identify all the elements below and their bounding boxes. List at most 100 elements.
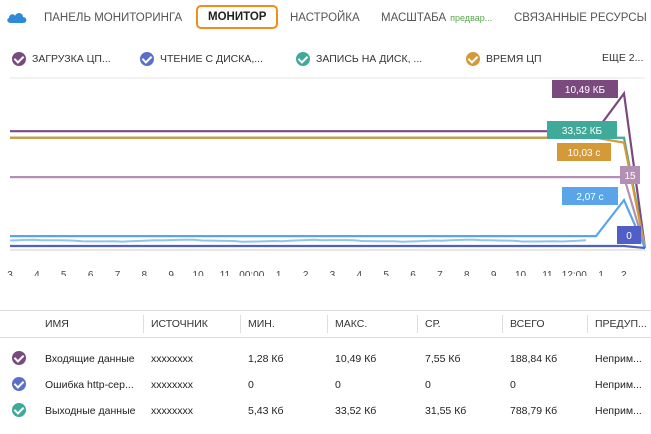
cell-max: 10,49 Кб <box>335 353 377 365</box>
more-metrics-link[interactable]: ЕЩЕ 2... <box>602 52 643 64</box>
legend-label: ЧТЕНИЕ С ДИСКА,... <box>160 53 263 65</box>
x-tick-label: 00:00 <box>239 270 264 276</box>
cell-source: xxxxxxxx <box>151 353 193 365</box>
cell-alert: Неприм... <box>595 379 642 391</box>
series-layer <box>9 90 647 250</box>
cell-alert: Неприм... <box>595 405 642 417</box>
legend-item-disk-read[interactable]: ЧТЕНИЕ С ДИСКА,... <box>140 52 263 66</box>
col-divider <box>327 315 328 333</box>
value-tag-label: 10,03 с <box>568 148 601 159</box>
col-min[interactable]: МИН. <box>248 318 275 330</box>
cell-source: xxxxxxxx <box>151 405 193 417</box>
col-source[interactable]: ИСТОЧНИК <box>151 318 208 330</box>
preview-badge: предвар... <box>450 13 493 23</box>
x-tick-label: 8 <box>142 270 148 276</box>
x-tick-label: 6 <box>410 270 416 276</box>
cell-min: 0 <box>248 379 254 391</box>
value-tag-label: 0 <box>626 231 632 242</box>
x-tick-label: 12:00 <box>562 270 587 276</box>
x-tick-label: 1 <box>276 270 282 276</box>
checkbox-icon <box>296 52 310 66</box>
cell-name: Входящие данные <box>45 353 135 365</box>
legend-item-disk-write[interactable]: ЗАПИСЬ НА ДИСК, ... <box>296 52 422 66</box>
x-tick-label: 6 <box>88 270 94 276</box>
value-tag-label: 15 <box>624 171 636 182</box>
cell-max: 33,52 Кб <box>335 405 377 417</box>
cell-name: Ошибка http-сер... <box>45 379 134 391</box>
col-alert[interactable]: ПРЕДУП... <box>595 318 647 330</box>
x-tick-label: 5 <box>383 270 389 276</box>
x-tick-label: 4 <box>34 270 40 276</box>
series-line <box>9 238 587 243</box>
cell-min: 5,43 Кб <box>248 405 284 417</box>
x-tick-label: 2... <box>621 270 635 276</box>
x-tick-label: 9 <box>168 270 174 276</box>
x-tick-label: 7 <box>437 270 443 276</box>
checkbox-icon[interactable] <box>12 377 26 391</box>
x-tick-label: 1 <box>598 270 604 276</box>
cell-name: Выходные данные <box>45 405 136 417</box>
col-name[interactable]: ИМЯ <box>45 318 69 330</box>
checkbox-icon[interactable] <box>12 351 26 365</box>
col-divider <box>502 315 503 333</box>
cell-min: 1,28 Кб <box>248 353 284 365</box>
legend-item-cpu[interactable]: ЗАГРУЗКА ЦП... <box>12 52 111 66</box>
x-tick-label: 8 <box>464 270 470 276</box>
metrics-table: ИМЯ ИСТОЧНИК МИН. МАКС. СР. ВСЕГО ПРЕДУП… <box>0 310 651 422</box>
x-tick-label: 5 <box>61 270 67 276</box>
legend-label: ЗАГРУЗКА ЦП... <box>32 53 111 65</box>
value-tag-label: 2,07 с <box>576 192 603 203</box>
x-tick-label: 3 <box>7 270 13 276</box>
cell-avg: 31,55 Кб <box>425 405 467 417</box>
col-total[interactable]: ВСЕГО <box>510 318 545 330</box>
metrics-chart: 10,49 КБ33,52 КБ10,03 с152,07 с0 3456789… <box>7 77 647 276</box>
col-avg[interactable]: СР. <box>425 318 441 330</box>
table-row[interactable]: Ошибка http-сер... xxxxxxxx 0 0 0 0 Непр… <box>0 370 651 396</box>
cell-total: 0 <box>510 379 516 391</box>
cell-total: 188,84 Кб <box>510 353 558 365</box>
series-line <box>10 176 647 249</box>
table-row[interactable]: Входящие данные xxxxxxxx 1,28 Кб 10,49 К… <box>0 344 651 370</box>
series-line <box>10 136 647 249</box>
top-nav: ПАНЕЛЬ МОНИТОРИНГА МОНИТОР НАСТРОЙКА МАС… <box>0 0 651 38</box>
checkbox-icon <box>12 52 26 66</box>
x-tick-label: 11 <box>220 270 231 276</box>
col-divider <box>240 315 241 333</box>
legend-label: ЗАПИСЬ НА ДИСК, ... <box>316 53 423 65</box>
table-row[interactable]: Выходные данные xxxxxxxx 5,43 Кб 33,52 К… <box>0 396 651 422</box>
col-max[interactable]: МАКС. <box>335 318 367 330</box>
checkbox-icon <box>466 52 480 66</box>
x-tick-label: 3 <box>330 270 336 276</box>
cell-avg: 0 <box>425 379 431 391</box>
x-axis-ticks: 3 4 5 6 7 8 9 10 11 00:00 1 2 3 4 5 6 7 8 9 10 11 12:00 1 2... <box>7 270 635 276</box>
x-tick-label: 9 <box>491 270 497 276</box>
cell-alert: Неприм... <box>595 353 642 365</box>
legend-label: ВРЕМЯ ЦП <box>486 53 542 65</box>
tab-scale[interactable]: МАСШТАБА предвар... <box>381 12 492 24</box>
cell-avg: 7,55 Кб <box>425 353 461 365</box>
x-tick-label: 11 <box>542 270 553 276</box>
value-tag-label: 33,52 КБ <box>562 126 603 137</box>
checkbox-icon[interactable] <box>12 403 26 417</box>
cell-source: xxxxxxxx <box>151 379 193 391</box>
value-tag-label: 10,49 КБ <box>565 85 606 96</box>
cloud-icon <box>7 13 27 23</box>
col-divider <box>587 315 588 333</box>
x-tick-label: 7 <box>115 270 121 276</box>
x-tick-label: 4 <box>357 270 363 276</box>
cell-total: 788,79 Кб <box>510 405 558 417</box>
tab-scale-label: МАСШТАБА <box>381 12 447 24</box>
table-header: ИМЯ ИСТОЧНИК МИН. МАКС. СР. ВСЕГО ПРЕДУП… <box>0 310 651 338</box>
tab-configure[interactable]: НАСТРОЙКА <box>290 12 360 24</box>
chart-legend: ЗАГРУЗКА ЦП... ЧТЕНИЕ С ДИСКА,... ЗАПИСЬ… <box>0 52 651 72</box>
checkbox-icon <box>140 52 154 66</box>
col-divider <box>143 315 144 333</box>
cell-max: 0 <box>335 379 341 391</box>
tab-linked-resources[interactable]: СВЯЗАННЫЕ РЕСУРСЫ <box>514 12 647 24</box>
tab-monitor[interactable]: МОНИТОР <box>196 5 279 29</box>
tab-dashboard[interactable]: ПАНЕЛЬ МОНИТОРИНГА <box>44 12 182 24</box>
x-tick-label: 2 <box>303 270 309 276</box>
series-line <box>10 136 647 249</box>
legend-item-cpu-time[interactable]: ВРЕМЯ ЦП <box>466 52 542 66</box>
x-tick-label: 10 <box>515 270 527 276</box>
